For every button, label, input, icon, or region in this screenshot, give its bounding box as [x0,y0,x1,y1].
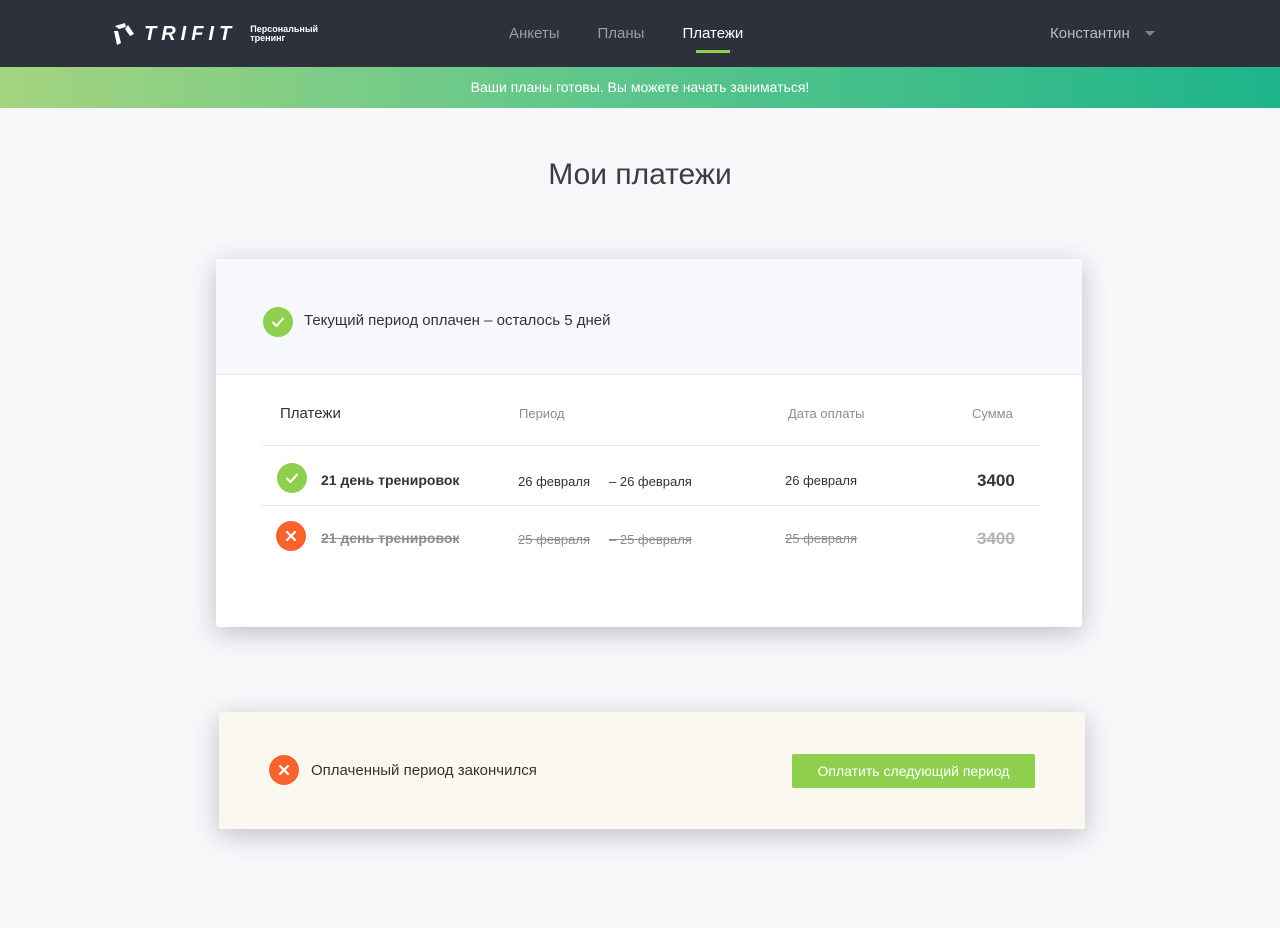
ready-banner: Ваши планы готовы. Вы можете начать зани… [0,67,1280,108]
user-name: Константин [1050,25,1130,42]
period-start: 25 февраля [518,532,590,547]
column-header-paid-date: Дата оплаты [788,406,865,421]
trifit-logo-icon [114,23,134,45]
pay-next-period-button[interactable]: Оплатить следующий период [792,754,1035,788]
column-header-payments: Платежи [280,405,341,422]
check-circle-icon [277,463,307,493]
period-start: 26 февраля [518,474,590,489]
paid-date: 26 февраля [785,473,857,488]
payments-card: Текущий период оплачен – осталось 5 дней… [216,259,1082,627]
page-title: Мои платежи [548,158,732,191]
user-menu[interactable]: Константин [1050,0,1155,67]
check-circle-icon [263,307,293,337]
divider [261,505,1040,506]
nav-item-questionnaires[interactable]: Анкеты [490,0,579,67]
column-header-amount: Сумма [972,406,1013,421]
error-circle-icon [276,521,306,551]
status-text: Текущий период оплачен – осталось 5 дней [304,312,611,329]
nav-item-plans[interactable]: Планы [579,0,664,67]
chevron-down-icon [1144,31,1155,36]
error-circle-icon [269,755,299,785]
expired-text: Оплаченный период закончился [311,762,537,779]
logo[interactable]: TRIFIT Персональный тренинг [112,20,320,48]
payment-name: 21 день тренировок [321,530,460,546]
nav-item-payments[interactable]: Платежи [663,0,762,67]
current-period-status: Текущий период оплачен – осталось 5 дней [216,259,1082,375]
logo-text: TRIFIT [144,22,237,45]
divider [261,445,1040,446]
period-end: – 25 февраля [609,532,692,547]
expired-period-card: Оплаченный период закончился Оплатить сл… [219,712,1085,829]
paid-date: 25 февраля [785,531,857,546]
period-end: – 26 февраля [609,474,692,489]
main-nav: Анкеты Планы Платежи [490,0,762,67]
payment-name: 21 день тренировок [321,472,460,488]
payment-amount: 3400 [977,471,1015,490]
column-header-period: Период [519,406,565,421]
logo-tagline: Персональный тренинг [250,24,319,43]
payment-amount: 3400 [977,529,1015,548]
top-header: TRIFIT Персональный тренинг Анкеты Планы… [0,0,1280,67]
